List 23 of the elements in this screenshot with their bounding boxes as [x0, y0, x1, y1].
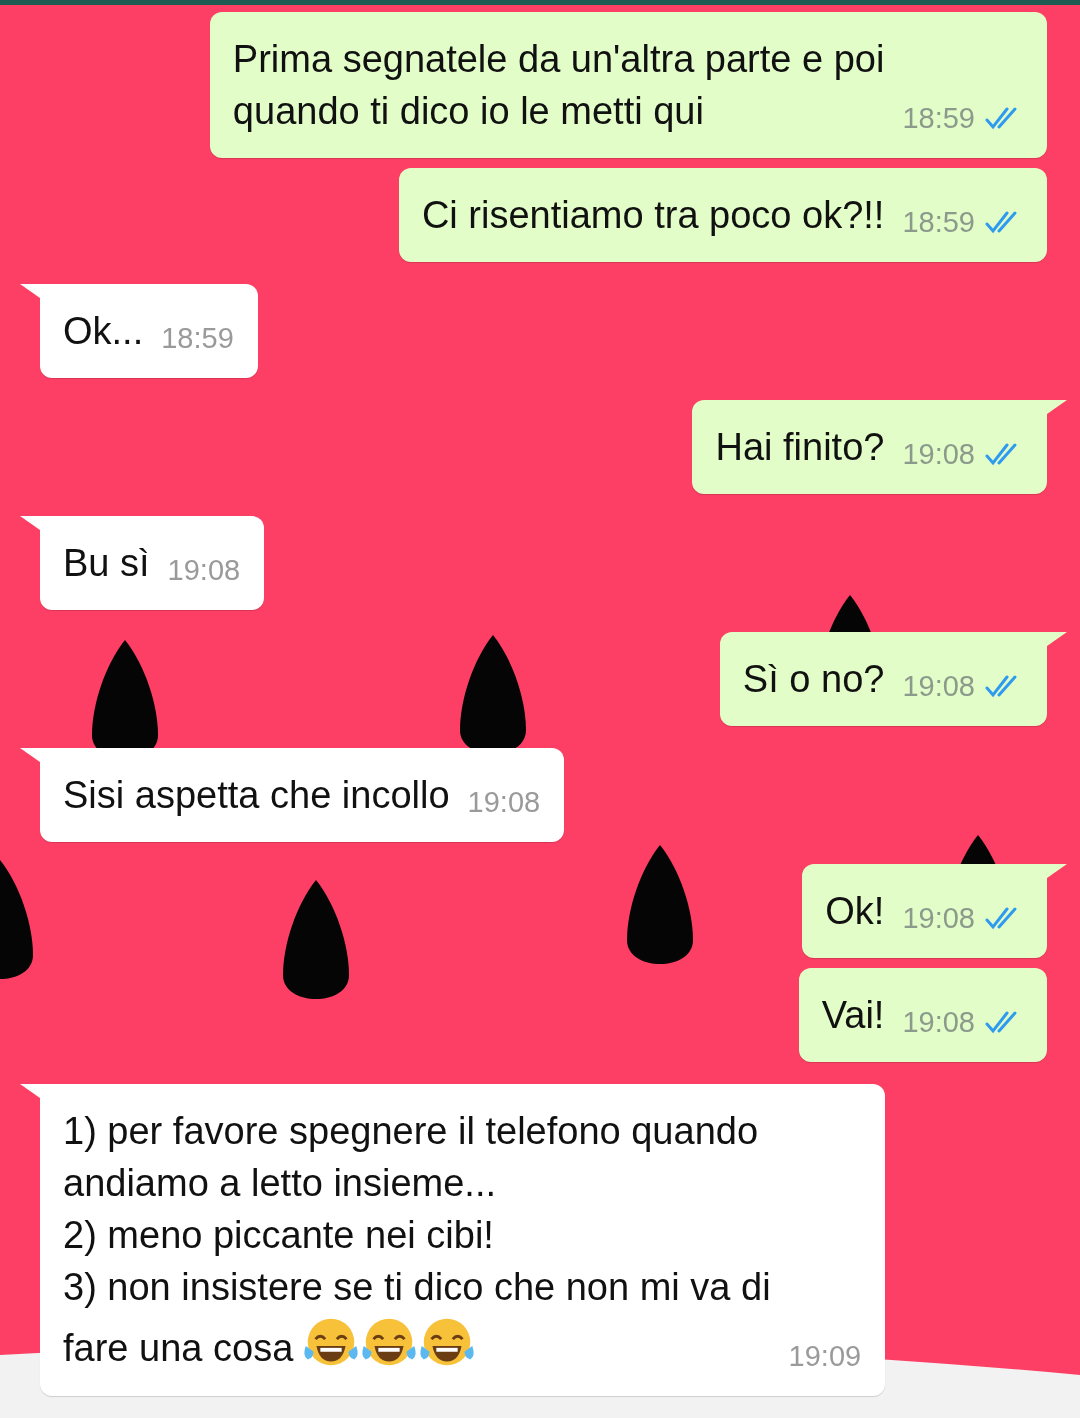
message-text: Hai finito? [715, 425, 885, 470]
message-time: 19:08 [902, 670, 975, 703]
watermelon-seed-icon [283, 880, 349, 999]
message-text: Sisi aspetta che incollo [63, 773, 450, 818]
watermelon-seed-icon [627, 845, 693, 964]
message-text: Ok... [63, 309, 144, 354]
message-text: Prima segnatele da un'altra parte e poi quando ti dico io le metti qui [232, 37, 885, 134]
message-text: 1) per favore spegnere il telefono quando andiamo a letto insieme... 2) meno piccante nei cibi! 3) non insistere se ti dico che non mi va di fare una cosa [63, 1105, 771, 1375]
message-time: 19:08 [902, 902, 975, 935]
message-time: 18:59 [161, 322, 234, 355]
message-text: Ci risentiamo tra poco ok?!! [421, 193, 885, 238]
message-time: 19:08 [467, 786, 541, 819]
message-time: 18:59 [902, 102, 975, 135]
message-time: 19:09 [788, 1340, 862, 1373]
message-text: Bu sì [63, 541, 150, 586]
message-text: Ok! [825, 889, 885, 934]
message-text: Vai! [821, 993, 885, 1038]
message-time: 19:08 [167, 554, 241, 587]
watermelon-seed-icon [0, 860, 33, 979]
message-time: 19:08 [902, 438, 975, 471]
message-text: Sì o no? [742, 657, 885, 702]
message-time: 18:59 [902, 206, 975, 239]
message-time: 19:08 [902, 1006, 975, 1039]
